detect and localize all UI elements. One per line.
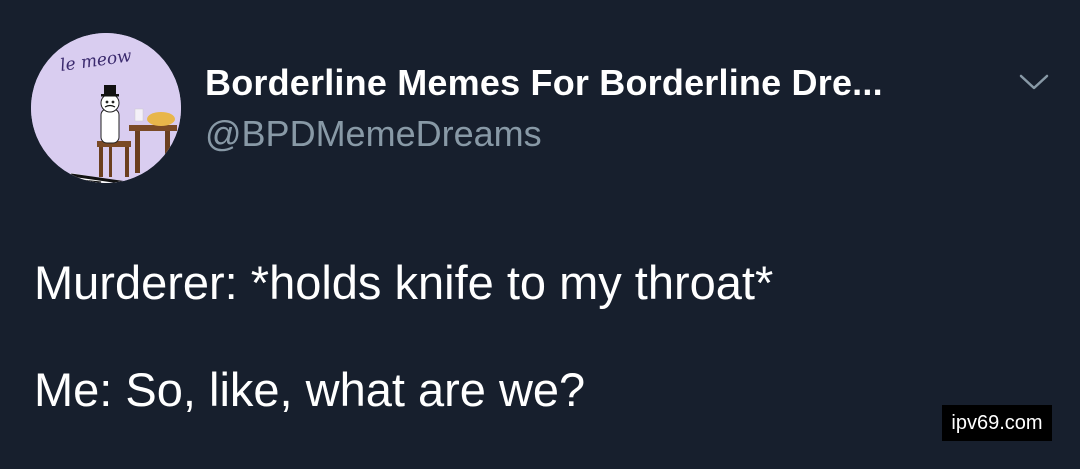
avatar-cat-drawing-icon: le meow [31,33,181,183]
tweet-line-2: Me: So, like, what are we? [34,363,586,416]
tweet-text: Murderer: *holds knife to my throat* Me:… [34,255,1054,418]
watermark: ipv69.com [942,405,1052,441]
tweet-card: le meow Borderline Memes For Borderline … [0,0,1080,469]
chevron-down-icon[interactable] [1016,70,1052,94]
avatar[interactable]: le meow [31,33,181,183]
tweet-line-1: Murderer: *holds knife to my throat* [34,256,774,309]
user-handle[interactable]: @BPDMemeDreams [205,113,542,155]
display-name[interactable]: Borderline Memes For Borderline Dre... [205,62,883,104]
